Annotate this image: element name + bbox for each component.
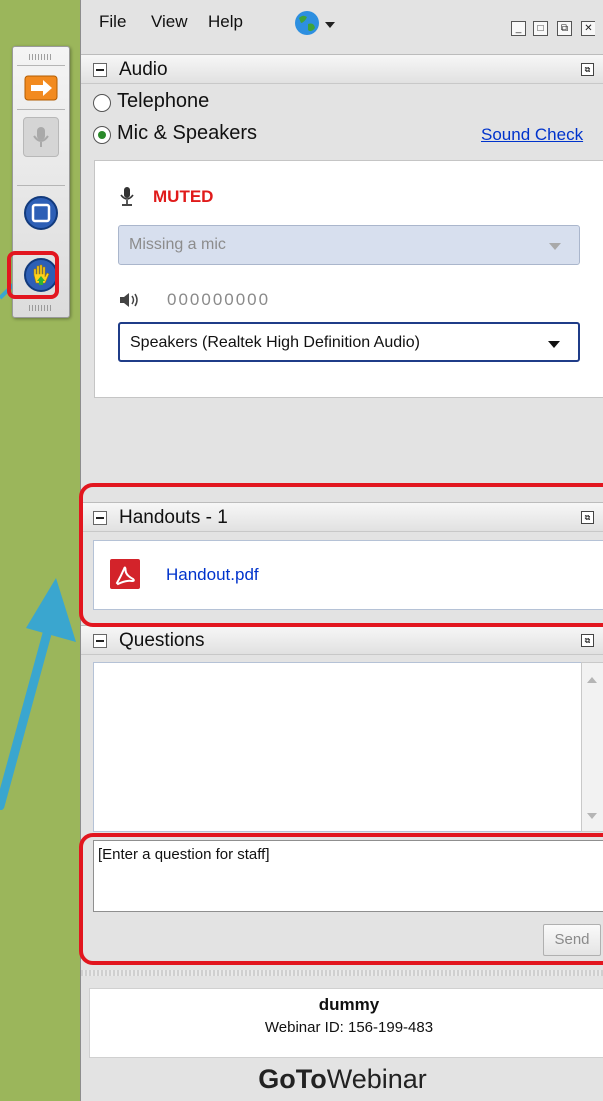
close-button[interactable]: ✕ (581, 21, 595, 36)
menu-help[interactable]: Help (208, 12, 243, 32)
maximize-button[interactable]: □ (533, 21, 548, 36)
menu-view[interactable]: View (151, 12, 188, 32)
webinar-info: dummy Webinar ID: 156-199-483 (89, 988, 603, 1058)
orange-arrow-icon (24, 75, 58, 101)
questions-pane-title: Questions (119, 630, 205, 651)
collapse-questions-icon[interactable] (93, 634, 107, 648)
menu-bar: File View Help _ □ ⧉ ✕ (81, 0, 603, 44)
handouts-highlight (79, 483, 603, 627)
mic-muted-status: MUTED (153, 187, 214, 206)
collapse-audio-icon[interactable] (93, 63, 107, 77)
popout-audio-icon[interactable]: ⧉ (581, 63, 594, 76)
telephone-label: Telephone (117, 90, 210, 112)
audio-pane-title: Audio (119, 59, 168, 80)
scroll-down-icon[interactable] (587, 813, 597, 819)
microphone-select-value: Missing a mic (129, 236, 226, 253)
question-highlight (79, 833, 603, 965)
microphone-select[interactable]: Missing a mic (118, 225, 580, 265)
questions-pane-header[interactable]: Questions ⧉ (81, 625, 603, 655)
speaker-icon (120, 293, 138, 307)
attendee-toolbar (7, 46, 70, 318)
microphone-button[interactable] (23, 117, 59, 157)
chevron-down-icon (548, 341, 560, 348)
raise-hand-highlight (7, 251, 59, 299)
popout-questions-icon[interactable]: ⧉ (581, 634, 594, 647)
logo-bold-text: GoTo (258, 1064, 327, 1094)
screen-share-icon (24, 196, 58, 230)
mic-speakers-radio[interactable] (93, 126, 111, 144)
collapse-panel-button[interactable] (23, 73, 59, 109)
minimize-button[interactable]: _ (511, 21, 526, 36)
logo-light-text: Webinar (326, 1064, 427, 1094)
questions-scrollbar[interactable] (581, 662, 603, 832)
scroll-up-icon[interactable] (587, 677, 597, 683)
mic-speakers-label: Mic & Speakers (117, 122, 258, 144)
telephone-radio[interactable] (93, 94, 111, 112)
questions-log[interactable] (93, 662, 583, 832)
microphone-icon (33, 127, 49, 147)
toolbar-grip-bottom[interactable] (29, 305, 53, 311)
menu-file[interactable]: File (99, 12, 126, 32)
restore-button[interactable]: ⧉ (557, 21, 572, 36)
toolbar-grip-top[interactable] (29, 54, 53, 60)
microphone-icon (120, 187, 134, 206)
earth-globe-icon (295, 11, 335, 35)
annotation-arrow (0, 578, 76, 810)
organizer-name: dummy (318, 995, 380, 1014)
panel-divider (81, 970, 603, 976)
language-menu[interactable] (293, 10, 339, 41)
speaker-level-meter: 000000000 (167, 290, 271, 309)
webinar-id: Webinar ID: 156-199-483 (264, 1019, 434, 1036)
chevron-down-icon (549, 243, 561, 250)
screen-share-button[interactable] (23, 195, 59, 231)
speaker-select-value: Speakers (Realtek High Definition Audio) (130, 334, 420, 351)
gotowebinar-logo: GoToWebinar (81, 1064, 603, 1095)
speaker-select[interactable]: Speakers (Realtek High Definition Audio) (118, 322, 580, 362)
audio-pane-header[interactable]: Audio ⧉ (81, 54, 603, 84)
sound-check-link[interactable]: Sound Check (481, 125, 583, 145)
